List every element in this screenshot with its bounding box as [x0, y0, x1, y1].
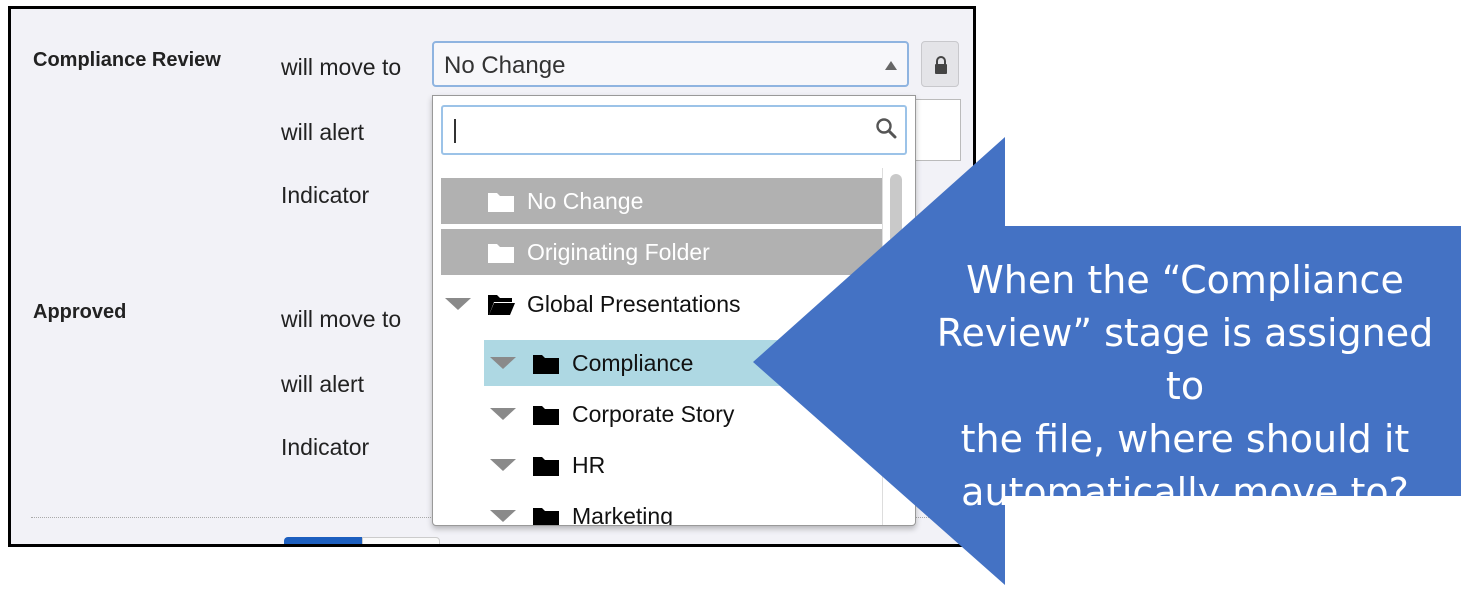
triangle-down-icon[interactable]: [490, 510, 516, 522]
callout-line: automatically move to?: [961, 470, 1409, 514]
triangle-down-icon[interactable]: [445, 298, 471, 310]
dropdown-search-input[interactable]: [441, 105, 907, 155]
indicator-label: Indicator: [281, 434, 370, 460]
callout-line: the file, where should it: [960, 417, 1410, 461]
list-item-corporate-story[interactable]: Corporate Story: [490, 391, 734, 437]
indicator-label: Indicator: [281, 182, 370, 208]
list-item-label: Corporate Story: [572, 400, 735, 427]
list-item-compliance[interactable]: Compliance: [484, 340, 882, 386]
triangle-down-icon[interactable]: [490, 408, 516, 420]
move-to-select[interactable]: No Change: [432, 41, 909, 87]
folder-icon: [533, 508, 559, 525]
folder-icon: [533, 355, 559, 374]
list-item-label: Originating Folder: [527, 238, 710, 265]
workflow-stage-panel: Compliance Review will move to will aler…: [8, 6, 976, 547]
stage-name-compliance-review: Compliance Review: [33, 49, 221, 71]
will-move-to-label: will move to: [281, 54, 402, 80]
triangle-down-icon[interactable]: [490, 357, 516, 369]
list-item-global-presentations[interactable]: Global Presentations: [445, 281, 741, 327]
folder-icon: [488, 244, 514, 263]
list-item-label: Global Presentations: [527, 290, 741, 317]
lock-button[interactable]: [921, 41, 959, 87]
folder-dropdown: No Change Originating Folder Global Pres…: [432, 95, 916, 526]
lock-icon: [935, 56, 947, 74]
search-icon: [876, 118, 897, 139]
folder-list: No Change Originating Folder Global Pres…: [433, 168, 882, 526]
callout-line: When the “Compliance: [966, 258, 1404, 302]
will-move-to-label: will move to: [281, 306, 402, 332]
list-item-marketing[interactable]: Marketing: [490, 493, 673, 526]
alert-recipients-field[interactable]: [911, 99, 961, 161]
folder-icon: [533, 457, 559, 476]
cancel-button[interactable]: [362, 537, 440, 544]
scrollbar-thumb[interactable]: [890, 174, 902, 264]
folder-icon: [488, 193, 514, 212]
list-item-hr[interactable]: HR: [490, 442, 605, 488]
list-item-originating-folder: Originating Folder: [441, 229, 882, 275]
triangle-down-icon[interactable]: [490, 459, 516, 471]
list-item-label: HR: [572, 451, 606, 478]
text-cursor: [454, 119, 456, 143]
list-item-label: No Change: [527, 187, 644, 214]
folder-open-icon: [488, 295, 515, 315]
stage-name-approved: Approved: [33, 301, 127, 323]
callout-line: Review” stage is assigned to: [936, 311, 1434, 408]
save-button[interactable]: [284, 537, 362, 544]
list-item-no-change: No Change: [441, 178, 882, 224]
will-alert-label: will alert: [281, 119, 365, 145]
list-item-label: Marketing: [572, 502, 673, 526]
list-item-label: Compliance: [572, 349, 694, 376]
caret-up-icon: [885, 61, 897, 70]
dropdown-scrollbar[interactable]: [882, 168, 911, 525]
callout-text: When the “Compliance Review” stage is as…: [918, 254, 1452, 519]
move-to-select-value: No Change: [444, 52, 566, 79]
folder-icon: [533, 406, 559, 425]
will-alert-label: will alert: [281, 371, 365, 397]
